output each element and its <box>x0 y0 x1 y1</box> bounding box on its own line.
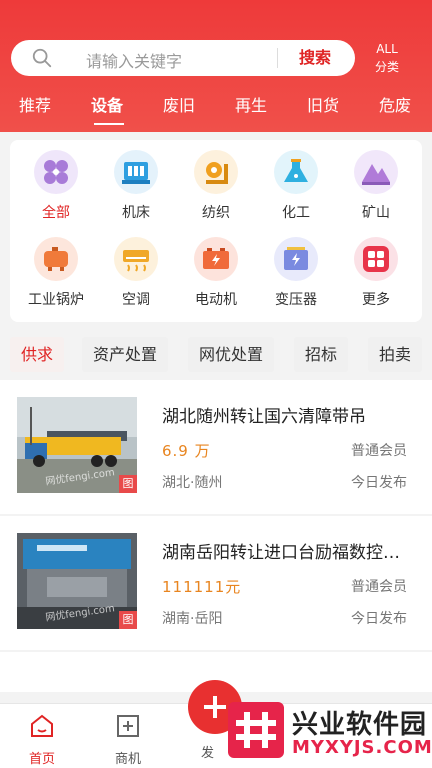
listing-card[interactable]: 网优fengi.com 图 湖南岳阳转让进口台励福数控冲床 111111元 普通… <box>0 516 432 650</box>
filter-supply-demand[interactable]: 供求 <box>10 337 65 372</box>
filter-asset-disposal[interactable]: 资产处置 <box>82 337 169 372</box>
transformer-icon <box>274 237 318 281</box>
listing-title: 湖北随州转让国六清障带吊 <box>162 407 366 427</box>
listing-time: 今日发布 <box>351 611 407 627</box>
flask-icon <box>274 150 318 194</box>
image-badge: 图 <box>119 475 137 493</box>
site-watermark: 兴业软件园 MYXYJS.COM <box>220 694 432 768</box>
nav-business[interactable]: 商机 <box>98 712 158 767</box>
all-categories-line2: 分类 <box>374 60 399 74</box>
category-transformer[interactable]: 变压器 <box>256 237 336 309</box>
category-more[interactable]: 更多 <box>336 237 416 309</box>
category-mining[interactable]: 矿山 <box>336 150 416 222</box>
tab-used-goods[interactable]: 旧货 <box>298 94 348 118</box>
category-grid: 全部 机床 纺织 化工 矿山 工业锅炉 空调 电动机 变压器 更多 <box>10 140 422 322</box>
listing-price: 6.9 万 <box>162 442 211 460</box>
nav-business-label: 商机 <box>114 752 141 767</box>
listing-time: 今日发布 <box>351 475 407 491</box>
listing-card[interactable]: 网优fengi.com 图 湖北随州转让国六清障带吊 6.9 万 普通会员 湖北… <box>0 380 432 514</box>
tab-hazardous-waste[interactable]: 危废 <box>370 94 420 118</box>
listing-image: 网优fengi.com 图 <box>17 533 137 629</box>
category-chemical[interactable]: 化工 <box>256 150 336 222</box>
filter-tender[interactable]: 招标 <box>294 337 349 372</box>
mountain-icon <box>354 150 398 194</box>
category-air-conditioner[interactable]: 空调 <box>96 237 176 309</box>
nav-home[interactable]: 首页 <box>12 712 72 767</box>
header: 请输入关键字 搜索 ALL 分类 推荐 设备 废旧 再生 旧货 危废 <box>0 0 432 132</box>
category-industrial-boiler[interactable]: 工业锅炉 <box>16 237 96 309</box>
listing-title: 湖南岳阳转让进口台励福数控冲床 <box>162 543 412 563</box>
all-categories-button[interactable]: ALL 分类 <box>365 40 409 76</box>
category-label: 变压器 <box>275 292 317 308</box>
category-label: 化工 <box>282 205 310 221</box>
tab-recycled[interactable]: 再生 <box>226 94 276 118</box>
listing-location: 湖北·随州 <box>162 475 223 491</box>
boiler-icon <box>34 237 78 281</box>
watermark-logo-icon <box>228 702 284 758</box>
search-bar[interactable]: 请输入关键字 搜索 <box>11 40 355 76</box>
business-icon <box>117 715 139 737</box>
air-conditioner-icon <box>114 237 158 281</box>
category-label: 纺织 <box>202 205 230 221</box>
listing-price: 111111元 <box>162 578 242 596</box>
all-icon <box>34 150 78 194</box>
search-button[interactable]: 搜索 <box>285 40 345 76</box>
filter-wangyou-disposal[interactable]: 网优处置 <box>188 337 275 372</box>
filter-auction[interactable]: 拍卖 <box>368 337 423 372</box>
category-all[interactable]: 全部 <box>16 150 96 222</box>
category-label: 矿山 <box>362 205 390 221</box>
category-electric-motor[interactable]: 电动机 <box>176 237 256 309</box>
more-icon <box>354 237 398 281</box>
category-label: 空调 <box>122 292 150 308</box>
home-icon <box>31 714 53 737</box>
battery-icon <box>194 237 238 281</box>
watermark-title: 兴业软件园 <box>292 710 428 740</box>
search-divider <box>277 48 278 68</box>
nav-home-label: 首页 <box>28 752 55 767</box>
all-categories-line1: ALL <box>376 42 398 56</box>
category-label: 全部 <box>42 205 70 221</box>
listing-location: 湖南·岳阳 <box>162 611 223 627</box>
filter-row: 供求 资产处置 网优处置 招标 拍卖 <box>0 337 432 373</box>
tab-equipment[interactable]: 设备 <box>82 94 132 118</box>
search-icon <box>32 48 52 68</box>
tab-scrap[interactable]: 废旧 <box>154 94 204 118</box>
watermark-url: MYXYJS.COM <box>292 737 432 758</box>
listing-member-level: 普通会员 <box>351 579 407 595</box>
active-tab-indicator <box>94 123 124 125</box>
search-input[interactable]: 请输入关键字 <box>86 48 182 72</box>
category-label: 更多 <box>362 292 390 308</box>
category-machine-tool[interactable]: 机床 <box>96 150 176 222</box>
image-badge: 图 <box>119 611 137 629</box>
category-label: 机床 <box>122 205 150 221</box>
category-tabs: 推荐 设备 废旧 再生 旧货 危废 <box>0 94 432 124</box>
textile-icon <box>194 150 238 194</box>
publish-label: 发 <box>201 746 215 761</box>
machine-tool-icon <box>114 150 158 194</box>
category-textile[interactable]: 纺织 <box>176 150 256 222</box>
tab-recommend[interactable]: 推荐 <box>10 94 60 118</box>
category-label: 工业锅炉 <box>28 292 84 308</box>
listing-member-level: 普通会员 <box>351 443 407 459</box>
listing-image: 网优fengi.com 图 <box>17 397 137 493</box>
category-label: 电动机 <box>195 292 237 308</box>
